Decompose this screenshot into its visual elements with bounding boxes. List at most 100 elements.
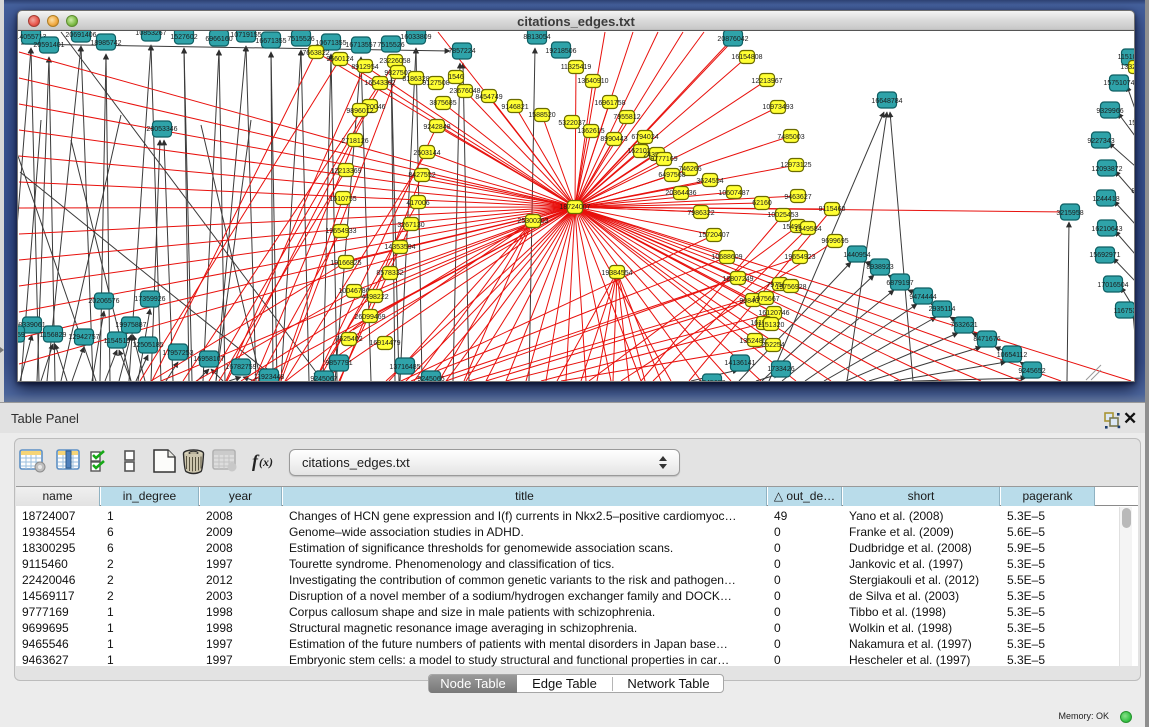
- svg-text:417006: 417006: [406, 200, 429, 207]
- svg-text:28053346: 28053346: [146, 126, 177, 133]
- svg-text:8471676: 8471676: [973, 336, 1000, 343]
- svg-text:15692971: 15692971: [1089, 252, 1120, 259]
- svg-text:9245652: 9245652: [698, 380, 725, 382]
- svg-text:9245066: 9245066: [417, 376, 444, 382]
- svg-text:7857224: 7857224: [448, 48, 475, 55]
- svg-text:9127508: 9127508: [422, 80, 449, 87]
- svg-text:12213967: 12213967: [751, 78, 782, 85]
- svg-text:9115460: 9115460: [819, 206, 846, 213]
- svg-text:16671355: 16671355: [255, 38, 286, 45]
- svg-text:20876042: 20876042: [717, 36, 748, 43]
- svg-text:1521850: 1521850: [1128, 120, 1135, 127]
- svg-text:20691406: 20691406: [65, 32, 96, 39]
- svg-text:19218506: 19218506: [545, 48, 576, 55]
- svg-text:1975667: 1975667: [752, 296, 779, 303]
- svg-text:7625402: 7625402: [335, 336, 362, 343]
- svg-text:9660124: 9660124: [326, 56, 353, 63]
- svg-text:62160: 62160: [752, 200, 772, 207]
- svg-text:23226058: 23226058: [379, 58, 410, 65]
- svg-text:16154808: 16154808: [731, 54, 762, 61]
- svg-text:11923448: 11923448: [254, 374, 285, 381]
- svg-text:1527602: 1527602: [170, 34, 197, 41]
- svg-text:19756928: 19756928: [775, 284, 806, 291]
- svg-text:16958107: 16958107: [193, 356, 224, 363]
- svg-text:8227543: 8227543: [1131, 188, 1135, 195]
- svg-text:25300203: 25300203: [517, 218, 548, 225]
- svg-text:14353594: 14353594: [384, 244, 415, 251]
- svg-text:16210643: 16210643: [1091, 226, 1122, 233]
- svg-text:8912954: 8912954: [351, 64, 378, 71]
- svg-text:1610755: 1610755: [329, 196, 356, 203]
- svg-text:1362615: 1362615: [577, 128, 604, 135]
- svg-text:9777169: 9777169: [650, 156, 677, 163]
- svg-text:9699695: 9699695: [821, 238, 848, 245]
- svg-text:18985742: 18985742: [90, 40, 121, 47]
- svg-text:3267130: 3267130: [397, 222, 424, 229]
- svg-text:10688609: 10688609: [711, 254, 742, 261]
- svg-text:16782759: 16782759: [225, 364, 256, 371]
- svg-text:12942757: 12942757: [68, 334, 99, 341]
- svg-text:7515526: 7515526: [377, 42, 404, 49]
- svg-text:8427552: 8427552: [408, 172, 435, 179]
- svg-text:17957253: 17957253: [162, 350, 193, 357]
- svg-text:10973493: 10973493: [762, 104, 793, 111]
- svg-text:8990443: 8990443: [600, 136, 627, 143]
- svg-text:12505185: 12505185: [132, 342, 163, 349]
- svg-text:18807249: 18807249: [722, 276, 753, 283]
- svg-text:17359926: 17359926: [134, 296, 165, 303]
- svg-text:18724007: 18724007: [559, 204, 590, 211]
- svg-text:9146821: 9146821: [501, 104, 528, 111]
- svg-text:1733426: 1733426: [767, 366, 794, 373]
- svg-text:19384554: 19384554: [601, 270, 632, 277]
- svg-text:13716485: 13716485: [389, 364, 420, 371]
- svg-text:20591401: 20591401: [33, 42, 64, 49]
- svg-text:6879197: 6879197: [886, 280, 913, 287]
- svg-text:9245067: 9245067: [310, 376, 337, 382]
- svg-text:7955812: 7955812: [613, 114, 640, 121]
- svg-text:1244418: 1244418: [1092, 196, 1119, 203]
- svg-text:2603144: 2603144: [413, 150, 440, 157]
- svg-text:9896012: 9896012: [346, 108, 373, 115]
- svg-text:16713557: 16713557: [345, 42, 376, 49]
- svg-text:15751074: 15751074: [1103, 80, 1134, 87]
- svg-text:8454749: 8454749: [475, 94, 502, 101]
- svg-text:16648784: 16648784: [871, 98, 902, 105]
- svg-text:2718126: 2718126: [341, 138, 368, 145]
- svg-text:12093872: 12093872: [1091, 166, 1122, 173]
- svg-text:6497568: 6497568: [658, 172, 685, 179]
- svg-text:9329966: 9329966: [1096, 108, 1123, 115]
- svg-text:10025453: 10025453: [767, 212, 798, 219]
- svg-text:13640910: 13640910: [577, 78, 608, 85]
- svg-text:9474444: 9474444: [909, 294, 936, 301]
- svg-text:1151320: 1151320: [758, 322, 785, 329]
- svg-text:12213369: 12213369: [330, 168, 361, 175]
- svg-text:26099469: 26099469: [354, 314, 385, 321]
- svg-text:7632621: 7632621: [950, 322, 977, 329]
- svg-text:11325419: 11325419: [561, 64, 592, 71]
- svg-text:15720407: 15720407: [698, 232, 729, 239]
- svg-text:39159: 39159: [18, 332, 25, 339]
- svg-text:4498222: 4498222: [361, 294, 388, 301]
- svg-text:19654923: 19654923: [784, 254, 815, 261]
- svg-text:16961758: 16961758: [594, 100, 625, 107]
- svg-text:9227343: 9227343: [1087, 138, 1114, 145]
- svg-text:16543362: 16543362: [364, 80, 395, 87]
- svg-text:12973125: 12973125: [780, 162, 811, 169]
- svg-text:8938923: 8938923: [866, 264, 893, 271]
- svg-text:16914479: 16914479: [369, 340, 400, 347]
- svg-text:1549584: 1549584: [794, 226, 821, 233]
- svg-text:5322037: 5322037: [558, 120, 585, 127]
- svg-text:16033809: 16033809: [400, 34, 431, 41]
- svg-text:9857791: 9857791: [325, 360, 352, 367]
- svg-text:8578332: 8578332: [376, 270, 403, 277]
- svg-text:116753: 116753: [1114, 308, 1135, 315]
- svg-text:10654112: 10654112: [997, 352, 1028, 359]
- svg-text:9463627: 9463627: [784, 194, 811, 201]
- svg-text:(x): (x): [259, 455, 273, 469]
- svg-text:7515526: 7515526: [287, 36, 314, 43]
- svg-text:1588520: 1588520: [528, 112, 555, 119]
- svg-text:3875685: 3875685: [429, 100, 456, 107]
- svg-text:8813054: 8813054: [523, 34, 550, 41]
- svg-text:3215958: 3215958: [1056, 210, 1083, 217]
- svg-text:19654933: 19654933: [325, 228, 356, 235]
